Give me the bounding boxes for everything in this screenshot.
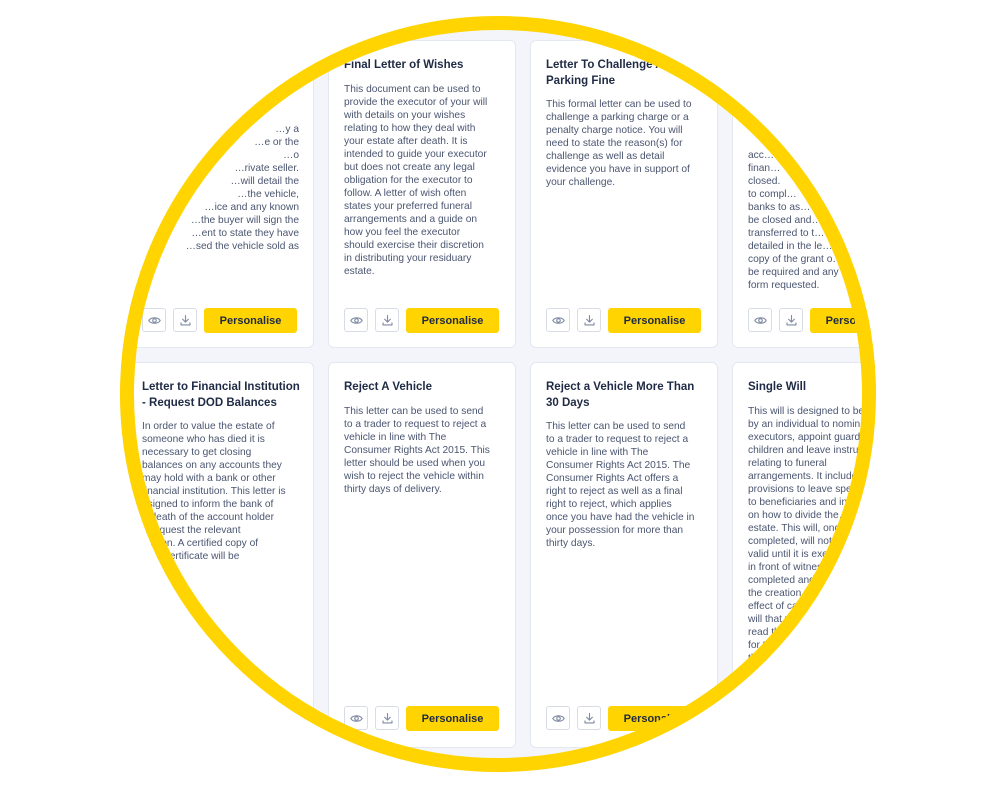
download-icon xyxy=(583,712,595,724)
preview-button[interactable] xyxy=(344,308,368,332)
template-card: Reject A Vehicle This letter can be used… xyxy=(328,362,516,748)
card-title: Letter To Challenge A Parking Fine xyxy=(546,59,664,87)
download-button[interactable] xyxy=(577,308,601,332)
download-button[interactable] xyxy=(375,706,399,730)
preview-button[interactable] xyxy=(344,706,368,730)
preview-button[interactable] xyxy=(546,308,570,332)
card-title: Single Will xyxy=(748,381,807,393)
download-button[interactable] xyxy=(779,308,803,332)
template-card: acc… finan… closed. to compl… banks to a… xyxy=(732,40,876,348)
card-title: Final Letter of Wishes xyxy=(344,59,464,71)
preview-button[interactable] xyxy=(748,308,772,332)
download-button[interactable] xyxy=(375,308,399,332)
eye-icon xyxy=(753,316,767,324)
personalise-button[interactable]: Personalise xyxy=(810,308,876,333)
eye-icon xyxy=(147,316,161,324)
eye-icon xyxy=(349,316,363,324)
template-card: …y a …e or the …o …rivate seller. …will … xyxy=(126,40,314,348)
card-description: This formal letter can be used to challe… xyxy=(546,99,692,188)
card-description: In order to value the estate of someone … xyxy=(142,421,286,575)
personalise-button[interactable]: Personalise xyxy=(608,706,701,731)
card-description: This document can be used to provide the… xyxy=(344,84,488,277)
download-icon xyxy=(583,314,595,326)
card-description: This letter can be used to send to a tra… xyxy=(344,406,490,495)
download-button[interactable] xyxy=(173,308,197,332)
preview-button[interactable] xyxy=(546,706,570,730)
download-button[interactable] xyxy=(577,706,601,730)
eye-icon xyxy=(551,714,565,722)
download-icon xyxy=(179,314,191,326)
personalise-button[interactable]: Personalise xyxy=(608,308,701,333)
download-icon xyxy=(381,314,393,326)
download-icon xyxy=(785,314,797,326)
preview-button[interactable] xyxy=(142,308,166,332)
download-icon xyxy=(381,712,393,724)
card-description: This letter can be used to send to a tra… xyxy=(546,421,695,549)
card-description: This will is designed to be by an indivi… xyxy=(748,406,871,677)
card-title: Letter to Financial Institution - Reques… xyxy=(142,381,300,409)
card-description: …y a …e or the …o …rivate seller. …will … xyxy=(185,124,299,252)
template-card: Final Letter of Wishes This document can… xyxy=(328,40,516,348)
personalise-button[interactable]: Personalise xyxy=(406,706,499,731)
card-title: Reject A Vehicle xyxy=(344,381,432,393)
magnified-view: …y a …e or the …o …rivate seller. …will … xyxy=(120,16,876,772)
template-card: Reject a Vehicle More Than 30 Days This … xyxy=(530,362,718,748)
template-card: Letter To Challenge A Parking Fine This … xyxy=(530,40,718,348)
eye-icon xyxy=(551,316,565,324)
card-description: acc… finan… closed. to compl… banks to a… xyxy=(748,150,843,291)
eye-icon xyxy=(349,714,363,722)
personalise-button[interactable]: Personalise xyxy=(204,308,297,333)
screenshot-stage: …y a …e or the …o …rivate seller. …will … xyxy=(0,0,1000,785)
personalise-button[interactable]: Personalise xyxy=(406,308,499,333)
template-card: Letter to Financial Institution - Reques… xyxy=(126,362,314,748)
template-card: Single Will This will is designed to be … xyxy=(732,362,876,748)
card-title: Reject a Vehicle More Than 30 Days xyxy=(546,381,695,409)
